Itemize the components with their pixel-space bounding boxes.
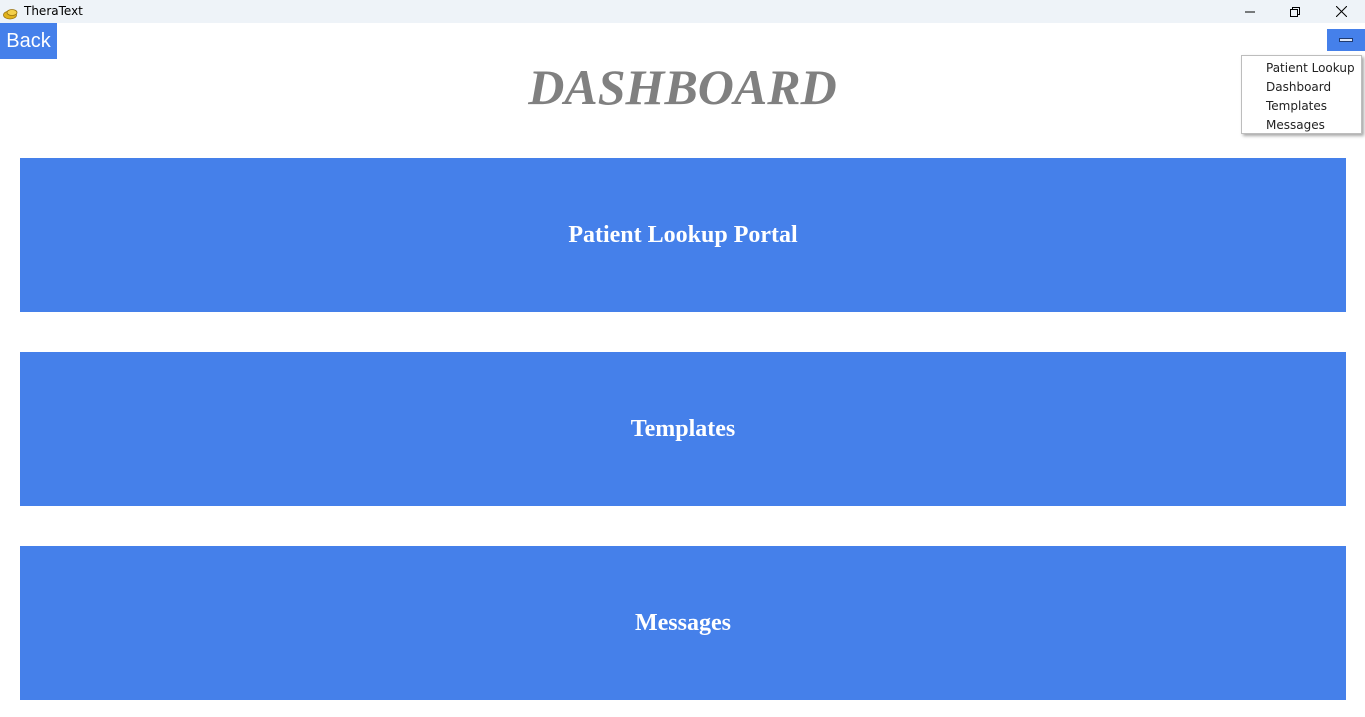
navigation-dropdown: Patient Lookup Dashboard Templates Messa… [1241, 55, 1362, 134]
menu-toggle-icon [1339, 38, 1353, 42]
page-title: DASHBOARD [528, 59, 837, 115]
app-logo-icon [3, 5, 19, 20]
templates-button[interactable]: Templates [20, 352, 1346, 506]
window-titlebar: TheraText [0, 0, 1365, 23]
back-button[interactable]: Back [0, 23, 57, 59]
close-button[interactable] [1318, 0, 1364, 23]
minimize-button[interactable] [1227, 0, 1273, 23]
menu-item-dashboard[interactable]: Dashboard [1242, 78, 1361, 97]
menu-item-messages[interactable]: Messages [1242, 116, 1361, 135]
restore-icon [1290, 6, 1300, 17]
restore-button[interactable] [1272, 0, 1318, 23]
close-icon [1335, 6, 1347, 17]
menu-item-patient-lookup[interactable]: Patient Lookup [1242, 59, 1361, 78]
menu-item-templates[interactable]: Templates [1242, 97, 1361, 116]
window-title: TheraText [24, 4, 83, 18]
patient-lookup-portal-button[interactable]: Patient Lookup Portal [20, 158, 1346, 312]
minimize-icon [1245, 7, 1255, 17]
menu-toggle-button[interactable] [1327, 29, 1365, 51]
messages-button[interactable]: Messages [20, 546, 1346, 700]
